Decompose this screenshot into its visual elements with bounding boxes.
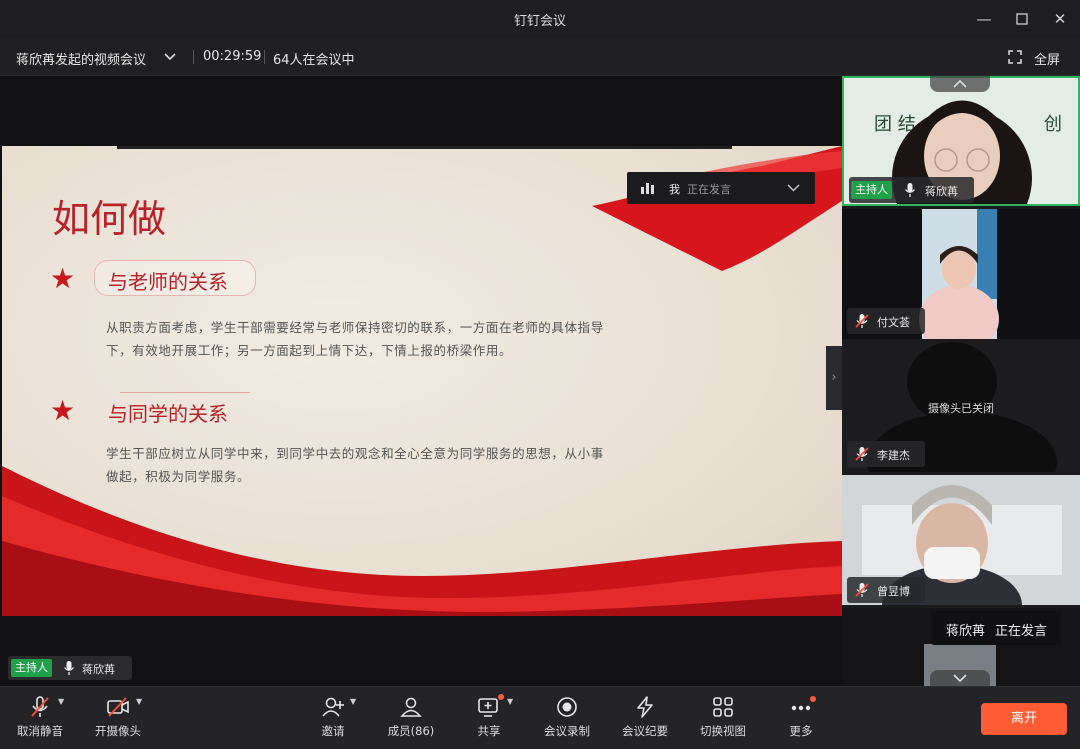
video-tile-host[interactable]: 团 结 创 主持人 蒋欣苒 xyxy=(842,76,1080,206)
maximize-icon[interactable] xyxy=(1011,8,1033,30)
speaker-self-label: 我 xyxy=(669,183,680,196)
microphone-icon xyxy=(63,661,75,675)
chevron-down-icon[interactable] xyxy=(787,182,800,194)
share-button[interactable]: 共享 xyxy=(454,695,524,745)
microphone-muted-icon xyxy=(855,447,869,461)
paragraph-line: 下，有效地开展工作；另一方面起到上情下达，下情上报的桥梁作用。 xyxy=(106,343,513,358)
participant-name: 李建杰 xyxy=(877,449,910,462)
participant-count[interactable]: 64人在会议中 xyxy=(273,49,355,68)
caret-down-icon[interactable]: ▼ xyxy=(350,697,356,706)
divider xyxy=(264,50,265,64)
window-titlebar: 钉钉会议 — ✕ xyxy=(0,0,1080,38)
microphone-muted-icon xyxy=(855,314,869,328)
star-icon: ★ xyxy=(50,394,76,427)
participant-name: 蒋欣苒 xyxy=(925,185,958,198)
video-tile-participant[interactable]: 曾昱博 xyxy=(842,475,1080,605)
paragraph-line: 从职责方面考虑，学生干部需要经常与老师保持密切的联系，一方面在老师的具体指导 xyxy=(106,320,604,335)
section-body-classmates: 学生干部应树立从同学中来，到同学中去的观念和全心全意为同学服务的思想，从小事 做… xyxy=(106,442,604,488)
star-icon: ★ xyxy=(50,262,76,295)
start-camera-button[interactable]: 开摄像头 xyxy=(83,695,153,745)
more-label: 更多 xyxy=(789,724,813,738)
invite-label: 邀请 xyxy=(321,724,345,738)
video-tile-participant[interactable]: 付文荟 xyxy=(842,209,1080,339)
section-divider xyxy=(120,392,250,393)
speaker-name: 蒋欣苒 xyxy=(946,624,986,639)
switch-view-label: 切换视图 xyxy=(700,724,746,738)
speaker-status: 正在发言 xyxy=(995,624,1048,639)
slide-title: 如何做 xyxy=(52,197,167,241)
active-speaker-tooltip: 蒋欣苒 正在发言 xyxy=(931,611,1061,645)
host-name: 蒋欣苒 xyxy=(82,663,115,676)
host-tag: 主持人 xyxy=(851,181,892,199)
unmute-button[interactable]: 取消静音 xyxy=(5,695,75,745)
caret-down-icon[interactable]: ▼ xyxy=(58,697,64,706)
divider xyxy=(193,50,194,64)
chevron-up-icon xyxy=(953,79,967,88)
notification-dot xyxy=(810,696,816,702)
scroll-down-button[interactable] xyxy=(930,670,990,686)
fullscreen-icon[interactable] xyxy=(1008,50,1022,64)
more-button[interactable]: 更多 xyxy=(766,695,836,745)
paragraph-line: 做起，积极为同学服务。 xyxy=(106,469,251,484)
minutes-button[interactable]: 会议纪要 xyxy=(610,695,680,745)
caret-down-icon[interactable]: ▼ xyxy=(136,697,142,706)
meeting-toolbar: 取消静音 ▼ 开摄像头 ▼ 邀请 ▼ 成员(86) 共享 ▼ 会议录制 会议纪要… xyxy=(0,686,1080,749)
record-button[interactable]: 会议录制 xyxy=(532,695,602,745)
minimize-icon[interactable]: — xyxy=(973,8,995,30)
participant-name: 曾昱博 xyxy=(877,585,910,598)
host-tag: 主持人 xyxy=(11,659,52,677)
add-user-icon xyxy=(322,697,344,717)
section-body-teacher: 从职责方面考虑，学生干部需要经常与老师保持密切的联系，一方面在老师的具体指导 下… xyxy=(106,316,604,362)
meeting-info-bar: 蒋欣苒发起的视频会议 00:29:59 64人在会议中 全屏 xyxy=(0,38,1080,76)
section-heading-teacher: 与老师的关系 xyxy=(108,270,228,294)
meeting-name[interactable]: 蒋欣苒发起的视频会议 xyxy=(16,49,146,68)
minutes-label: 会议纪要 xyxy=(622,724,668,738)
caret-down-icon[interactable]: ▼ xyxy=(507,697,513,706)
members-label: 成员(86) xyxy=(387,724,435,738)
fullscreen-button[interactable]: 全屏 xyxy=(1034,49,1060,68)
grid-view-icon xyxy=(713,697,733,717)
record-icon xyxy=(557,697,577,717)
members-button[interactable]: 成员(86) xyxy=(376,695,446,745)
chevron-down-icon xyxy=(953,674,967,683)
participant-label: 付文荟 xyxy=(847,308,925,334)
leave-meeting-button[interactable]: 离开 xyxy=(981,703,1067,735)
notification-dot xyxy=(498,694,504,700)
participant-label: 曾昱博 xyxy=(847,577,925,603)
speaking-indicator-popup[interactable]: 我 正在发言 xyxy=(627,172,815,204)
collapse-sidebar-button[interactable]: › xyxy=(826,346,842,410)
microphone-muted-icon xyxy=(855,583,869,597)
host-name-badge: 主持人 蒋欣苒 xyxy=(8,656,132,680)
members-icon xyxy=(400,697,422,717)
section-heading-classmates: 与同学的关系 xyxy=(108,402,228,426)
shared-slide: 如何做 ★ 与老师的关系 从职责方面考虑，学生干部需要经常与老师保持密切的联系，… xyxy=(2,146,842,616)
camera-off-text: 摄像头已关闭 xyxy=(928,402,994,415)
window-title: 钉钉会议 xyxy=(513,14,566,29)
paragraph-line: 学生干部应树立从同学中来，到同学中去的观念和全心全意为同学服务的思想，从小事 xyxy=(106,446,604,461)
audio-level-icon xyxy=(641,183,654,194)
camera-off-icon xyxy=(107,697,129,717)
chevron-down-icon[interactable] xyxy=(162,48,178,64)
microphone-muted-icon xyxy=(31,696,49,717)
microphone-icon xyxy=(904,183,916,197)
participant-name: 付文荟 xyxy=(877,316,910,329)
scroll-up-button[interactable] xyxy=(930,76,990,92)
meeting-timer: 00:29:59 xyxy=(203,49,262,64)
invite-button[interactable]: 邀请 xyxy=(298,695,368,745)
switch-view-button[interactable]: 切换视图 xyxy=(688,695,758,745)
start-camera-label: 开摄像头 xyxy=(95,724,141,738)
speaking-status: 正在发言 xyxy=(687,183,731,196)
share-label: 共享 xyxy=(477,724,501,738)
video-tile-participant[interactable]: 摄像头已关闭 李建杰 xyxy=(842,342,1080,472)
participant-label: 李建杰 xyxy=(847,441,925,467)
lightning-icon xyxy=(637,696,653,718)
unmute-label: 取消静音 xyxy=(17,724,63,738)
participant-label: 主持人 蒋欣苒 xyxy=(849,177,974,203)
record-label: 会议录制 xyxy=(544,724,590,738)
svg-text:创: 创 xyxy=(1044,114,1062,135)
close-icon[interactable]: ✕ xyxy=(1049,8,1071,30)
